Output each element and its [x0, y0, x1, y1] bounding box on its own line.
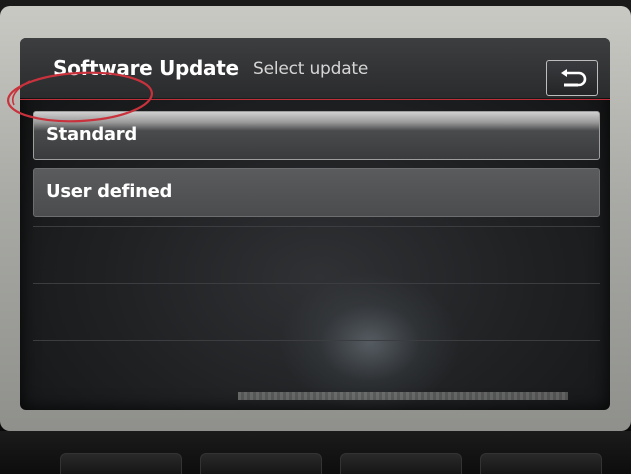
console-panel — [0, 431, 631, 474]
hardware-button[interactable] — [480, 453, 602, 474]
hardware-button[interactable] — [200, 453, 322, 474]
header-divider — [20, 99, 610, 100]
page-subtitle: Select update — [253, 59, 369, 79]
option-label: User defined — [46, 181, 173, 202]
page-title: Software Update — [53, 56, 239, 80]
bezel-texture — [238, 392, 568, 400]
option-label: Standard — [46, 124, 137, 145]
option-standard[interactable]: Standard — [33, 111, 600, 160]
infotainment-screen: Software Update Select update Standard U… — [20, 38, 610, 410]
hardware-button[interactable] — [60, 453, 182, 474]
back-button[interactable] — [546, 60, 598, 96]
option-user-defined[interactable]: User defined — [33, 168, 600, 217]
list-divider — [33, 283, 600, 284]
list-divider — [33, 340, 600, 341]
return-arrow-icon — [561, 69, 587, 87]
hardware-button[interactable] — [340, 453, 462, 474]
list-divider — [33, 226, 600, 227]
screen-header: Software Update Select update — [20, 38, 610, 98]
device-photo: Software Update Select update Standard U… — [0, 0, 631, 474]
